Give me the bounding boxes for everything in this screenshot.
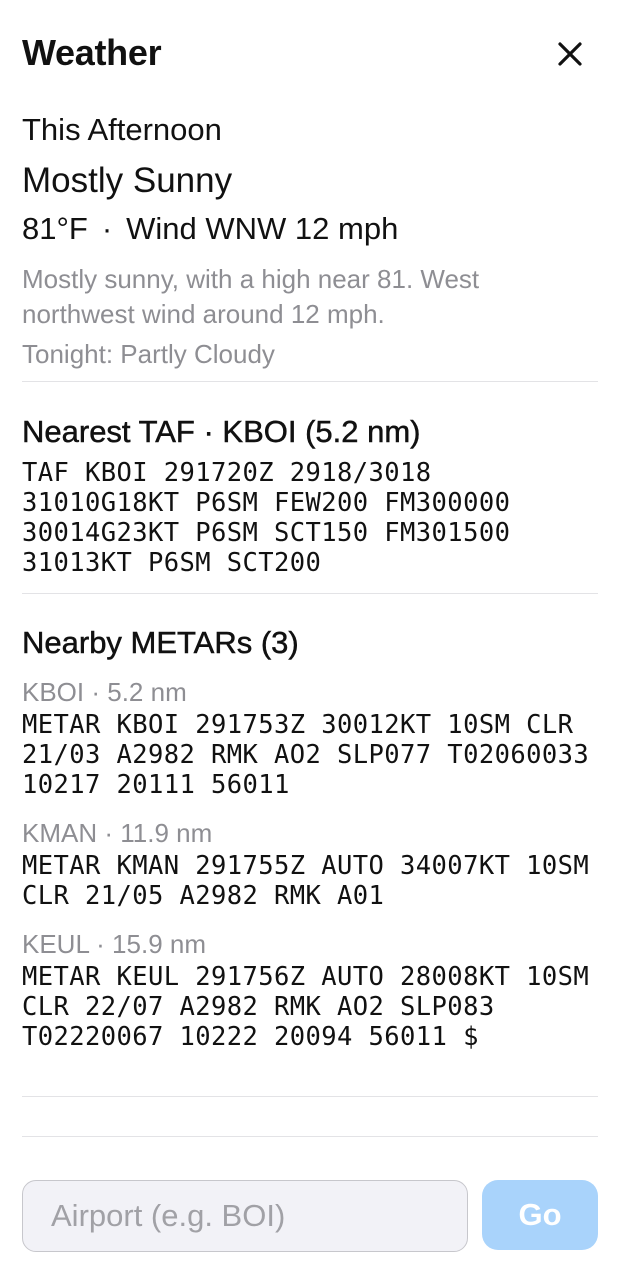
close-icon — [558, 42, 582, 66]
metar-station-label: KMAN · 11.9 nm — [22, 818, 213, 848]
metar-item: KBOI · 5.2 nm METAR KBOI 291753Z 30012KT… — [22, 676, 598, 800]
metar-raw-text: METAR KEUL 291756Z AUTO 28008KT 10SM CLR… — [22, 962, 605, 1052]
forecast-detail: Mostly sunny, with a high near 81. West … — [22, 264, 480, 329]
metar-raw-text: METAR KBOI 291753Z 30012KT 10SM CLR 21/0… — [22, 710, 605, 800]
forecast-period: This Afternoon — [22, 112, 222, 147]
airport-search-row: Go — [22, 1180, 598, 1252]
forecast-temperature: 81°F — [22, 211, 88, 246]
sheet-header: Weather — [22, 30, 602, 78]
airport-input[interactable] — [22, 1180, 468, 1252]
metar-station-label: KEUL · 15.9 nm — [22, 929, 207, 959]
forecast-section: This Afternoon Mostly Sunny 81°F · Wind WN… — [22, 110, 598, 372]
divider — [22, 593, 598, 594]
divider — [22, 1096, 598, 1097]
metar-item: KMAN · 11.9 nm METAR KMAN 291755Z AUTO 3… — [22, 817, 598, 911]
metar-station-label: KBOI · 5.2 nm — [22, 677, 187, 707]
separator-dot: · — [101, 211, 113, 246]
close-button[interactable] — [552, 36, 588, 72]
taf-title: Nearest TAF · KBOI (5.2 nm) — [22, 414, 421, 450]
divider — [22, 381, 598, 382]
metar-item: KEUL · 15.9 nm METAR KEUL 291756Z AUTO 2… — [22, 928, 598, 1052]
metars-title: Nearby METARs (3) — [22, 625, 299, 661]
forecast-tonight: Tonight: Partly Cloudy — [22, 339, 275, 369]
taf-raw-text: TAF KBOI 291720Z 2918/3018 31010G18KT P6… — [22, 458, 527, 578]
forecast-wind: Wind WNW 12 mph — [126, 211, 399, 246]
metar-raw-text: METAR KMAN 291755Z AUTO 34007KT 10SM CLR… — [22, 851, 605, 911]
page-title: Weather — [22, 32, 162, 73]
divider — [22, 1136, 598, 1137]
forecast-short: Mostly Sunny — [22, 161, 233, 200]
go-button[interactable]: Go — [482, 1180, 598, 1250]
forecast-summary-line: 81°F · Wind WNW 12 mph — [22, 208, 598, 250]
